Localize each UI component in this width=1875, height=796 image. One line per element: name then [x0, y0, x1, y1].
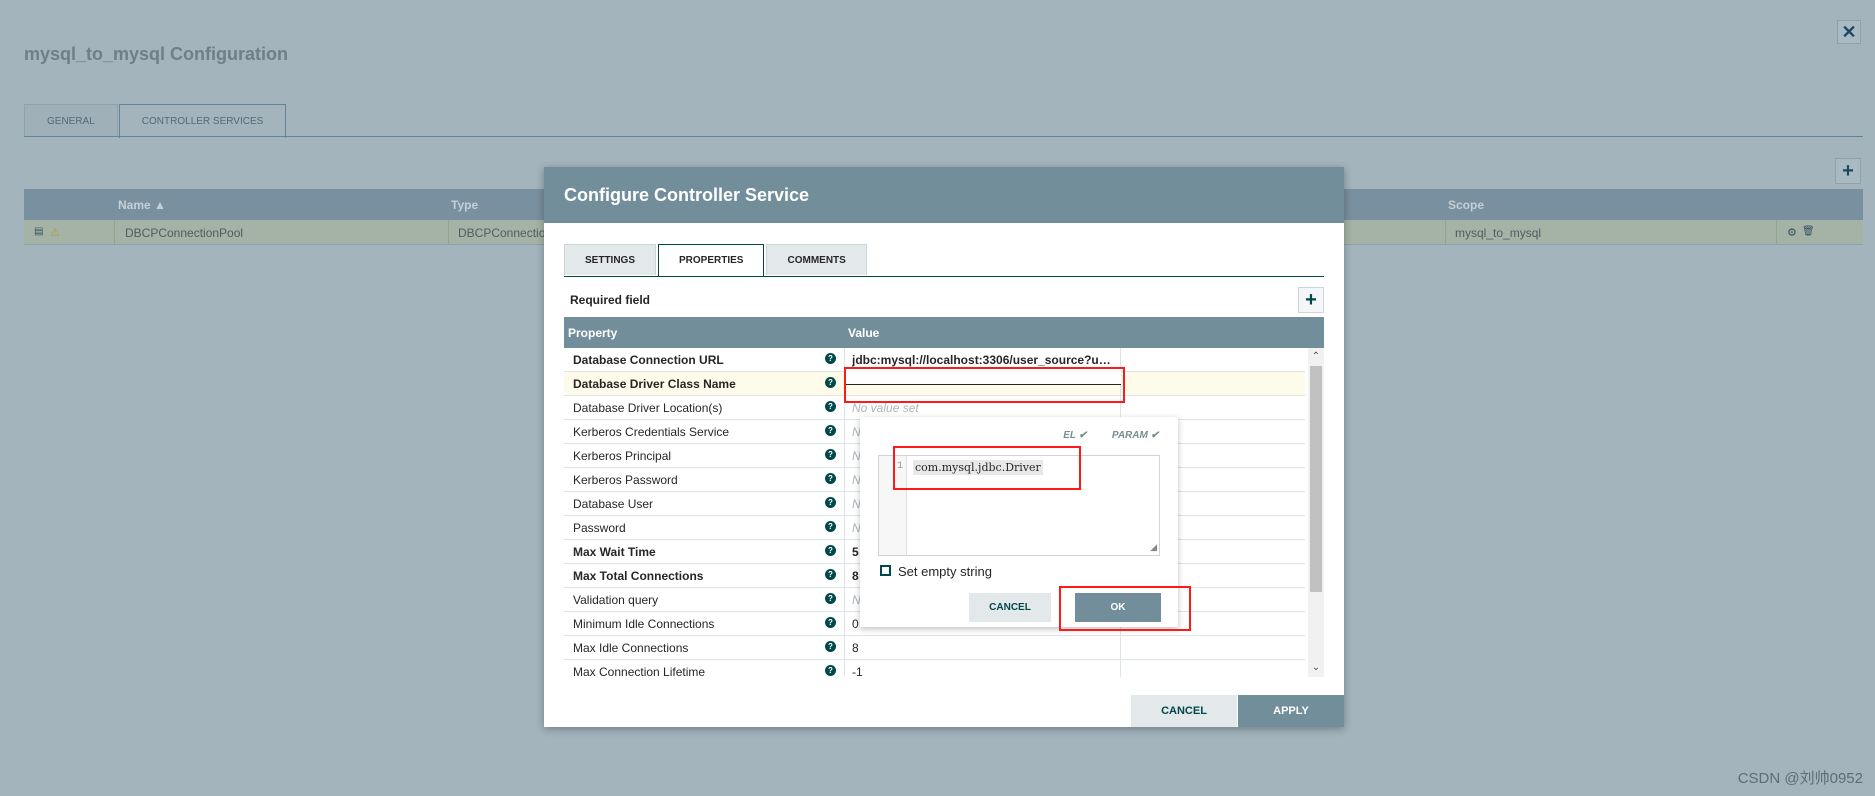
property-value[interactable]: 8: [852, 641, 1117, 655]
warning-icon: ⚠: [50, 227, 60, 239]
property-name: Database Driver Location(s): [573, 401, 723, 415]
apply-button[interactable]: APPLY: [1238, 695, 1344, 727]
properties-table-header: Property Value: [564, 317, 1324, 348]
doc-icon[interactable]: ▤: [34, 226, 43, 237]
property-name: Validation query: [573, 593, 659, 607]
tab-properties[interactable]: PROPERTIES: [658, 244, 765, 277]
column-property: Property: [568, 326, 618, 340]
dialog-footer: CANCEL APPLY: [544, 695, 1344, 727]
property-value[interactable]: -1: [852, 665, 1117, 677]
tab-general[interactable]: GENERAL: [24, 104, 118, 137]
watermark-text: CSDN @刘帅0952: [1737, 770, 1863, 787]
property-value[interactable]: No value set: [852, 401, 1117, 415]
add-property-button[interactable]: +: [1298, 287, 1324, 313]
tab-comments[interactable]: COMMENTS: [766, 244, 867, 275]
property-name: Minimum Idle Connections: [573, 617, 715, 631]
set-empty-string-label[interactable]: Set empty string: [898, 564, 992, 579]
popup-cancel-button[interactable]: CANCEL: [969, 593, 1051, 622]
highlight-box-driver-field: [844, 367, 1125, 403]
set-empty-string-checkbox[interactable]: [880, 565, 891, 576]
help-icon[interactable]: ?: [825, 569, 836, 580]
help-icon[interactable]: ?: [825, 401, 836, 412]
property-name: Password: [573, 521, 626, 535]
property-value[interactable]: jdbc:mysql://localhost:3306/user_source?…: [852, 353, 1117, 367]
property-name: Max Total Connections: [573, 569, 704, 583]
properties-scrollbar[interactable]: ⌃ ⌄: [1308, 348, 1324, 677]
property-name: Database Connection URL: [573, 353, 724, 367]
service-name: DBCPConnectionPool: [125, 226, 244, 240]
tab-divider: [564, 276, 1324, 277]
table-row[interactable]: Max Connection Lifetime? -1: [564, 660, 1305, 677]
column-scope[interactable]: Scope: [1448, 198, 1484, 212]
add-controller-service-button[interactable]: +: [1835, 158, 1861, 184]
el-support-indicator: EL ✔: [1063, 430, 1087, 441]
config-tabs: GENERAL CONTROLLER SERVICES: [24, 104, 287, 138]
cancel-button[interactable]: CANCEL: [1131, 695, 1237, 727]
page-title: mysql_to_mysql Configuration: [24, 44, 289, 64]
property-name: Kerberos Password: [573, 473, 678, 487]
column-value: Value: [848, 326, 880, 340]
service-scope: mysql_to_mysql: [1455, 226, 1542, 240]
gear-icon[interactable]: ⚙: [1787, 226, 1797, 239]
help-icon[interactable]: ?: [825, 425, 836, 436]
table-row[interactable]: Max Idle Connections? 8: [564, 636, 1305, 660]
dialog-tabs: SETTINGS PROPERTIES COMMENTS: [564, 244, 869, 277]
scroll-up-icon[interactable]: ⌃: [1311, 352, 1321, 362]
param-support-indicator: PARAM ✔: [1111, 430, 1159, 441]
highlight-box-ok: [1059, 586, 1191, 631]
tab-controller-services[interactable]: CONTROLLER SERVICES: [118, 104, 287, 138]
help-icon[interactable]: ?: [825, 473, 836, 484]
close-icon[interactable]: ✕: [1837, 20, 1861, 44]
required-field-label: Required field: [570, 293, 651, 307]
service-type: DBCPConnectio: [458, 226, 546, 240]
property-name: Max Wait Time: [573, 545, 656, 559]
resize-handle-icon[interactable]: ◢: [1150, 542, 1157, 553]
property-name: Max Idle Connections: [573, 641, 689, 655]
help-icon[interactable]: ?: [825, 641, 836, 652]
help-icon[interactable]: ?: [825, 545, 836, 556]
help-icon[interactable]: ?: [825, 665, 836, 676]
help-icon[interactable]: ?: [825, 377, 836, 388]
property-name: Database User: [573, 497, 654, 511]
property-name: Kerberos Credentials Service: [573, 425, 730, 439]
dialog-title: Configure Controller Service: [544, 167, 1344, 223]
help-icon[interactable]: ?: [825, 521, 836, 532]
tab-divider: [24, 136, 1863, 137]
help-icon[interactable]: ?: [825, 593, 836, 604]
trash-icon[interactable]: 🗑: [1802, 226, 1815, 237]
help-icon[interactable]: ?: [825, 617, 836, 628]
column-type[interactable]: Type: [451, 198, 478, 212]
help-icon[interactable]: ?: [825, 497, 836, 508]
property-name: Kerberos Principal: [573, 449, 672, 463]
property-name: Max Connection Lifetime: [573, 665, 706, 677]
help-icon[interactable]: ?: [825, 353, 836, 364]
scroll-down-icon[interactable]: ⌄: [1311, 663, 1321, 673]
column-name[interactable]: Name ▲: [118, 198, 166, 212]
highlight-box-code: [893, 446, 1081, 490]
scrollbar-thumb[interactable]: [1310, 366, 1322, 592]
help-icon[interactable]: ?: [825, 449, 836, 460]
tab-settings[interactable]: SETTINGS: [564, 244, 657, 275]
property-name: Database Driver Class Name: [573, 377, 736, 391]
